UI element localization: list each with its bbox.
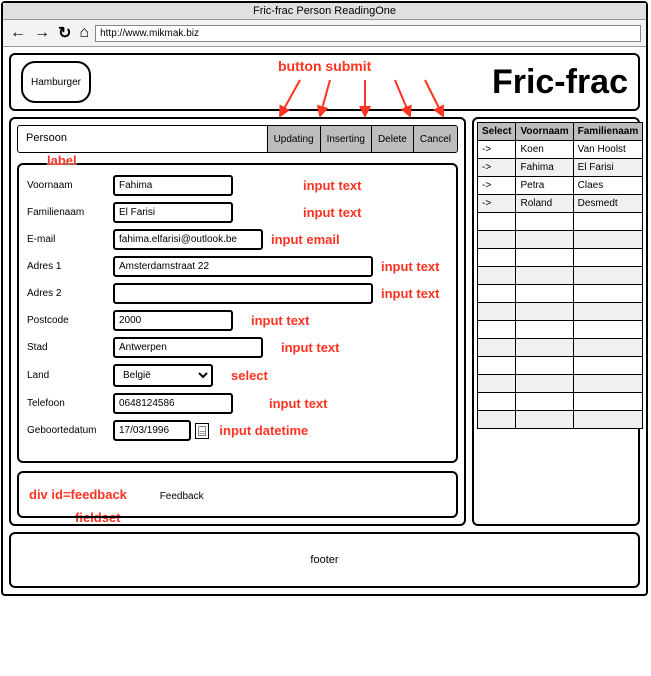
voornaam-label: Voornaam: [27, 180, 113, 191]
annotation-input-text-7: input text: [269, 396, 328, 411]
table-row-empty: [478, 357, 643, 375]
adres1-label: Adres 1: [27, 261, 113, 272]
table-row[interactable]: ->FahimaEl Farisi: [478, 159, 643, 177]
home-icon[interactable]: ⌂: [77, 24, 91, 42]
table-row[interactable]: ->KoenVan Hoolst: [478, 141, 643, 159]
panel-title: Persoon: [18, 126, 267, 152]
annotation-input-text-6: input text: [281, 340, 340, 355]
cell-familienaam: Desmedt: [573, 195, 643, 213]
cell-familienaam: Claes: [573, 177, 643, 195]
cell-voornaam: Koen: [516, 141, 573, 159]
table-row-empty: [478, 339, 643, 357]
calendar-icon[interactable]: ⌸: [195, 423, 209, 439]
feedback-box: div id=feedback Feedback: [17, 471, 458, 518]
annotation-input-email: input email: [271, 232, 340, 247]
table-row-empty: [478, 267, 643, 285]
updating-button[interactable]: Updating: [267, 126, 320, 152]
table-row[interactable]: ->PetraClaes: [478, 177, 643, 195]
postcode-label: Postcode: [27, 315, 113, 326]
inserting-button[interactable]: Inserting: [320, 126, 371, 152]
back-icon[interactable]: ←: [8, 24, 28, 42]
annotation-div-feedback: div id=feedback: [29, 487, 127, 502]
cell-voornaam: Roland: [516, 195, 573, 213]
annotation-input-text-1: input text: [303, 178, 362, 193]
table-row-empty: [478, 249, 643, 267]
adres2-input[interactable]: [113, 283, 373, 304]
adres2-label: Adres 2: [27, 288, 113, 299]
email-label: E-mail: [27, 234, 113, 245]
voornaam-input[interactable]: [113, 175, 233, 196]
annotation-input-datetime: input datetime: [219, 423, 308, 438]
email-input[interactable]: [113, 229, 263, 250]
table-row-empty: [478, 231, 643, 249]
familienaam-input[interactable]: [113, 202, 233, 223]
table-row-empty: [478, 375, 643, 393]
window-title: Fric-frac Person ReadingOne: [3, 3, 646, 20]
cell-familienaam: Van Hoolst: [573, 141, 643, 159]
table-row-empty: [478, 321, 643, 339]
stad-label: Stad: [27, 342, 113, 353]
th-familienaam: Familienaam: [573, 123, 643, 141]
geboortedatum-input[interactable]: [113, 420, 191, 441]
land-select[interactable]: België: [113, 364, 213, 387]
table-row-empty: [478, 411, 643, 429]
cell-voornaam: Fahima: [516, 159, 573, 177]
postcode-input[interactable]: [113, 310, 233, 331]
annotation-input-text-4: input text: [381, 286, 440, 301]
cell-voornaam: Petra: [516, 177, 573, 195]
stad-input[interactable]: [113, 337, 263, 358]
page-footer: footer: [9, 532, 640, 588]
brand-title: Fric-frac: [492, 63, 628, 102]
table-row-empty: [478, 303, 643, 321]
annotation-input-text-5: input text: [251, 313, 310, 328]
familienaam-label: Familienaam: [27, 207, 113, 218]
cancel-button[interactable]: Cancel: [413, 126, 457, 152]
adres1-input[interactable]: [113, 256, 373, 277]
person-fieldset: Voornaam input text Familienaam input te…: [17, 163, 458, 463]
reload-icon[interactable]: ↻: [56, 23, 73, 43]
geboortedatum-label: Geboortedatum: [27, 425, 113, 436]
form-panel: Persoon Updating Inserting Delete Cancel…: [9, 117, 466, 526]
cell-select[interactable]: ->: [478, 195, 516, 213]
delete-button[interactable]: Delete: [371, 126, 413, 152]
telefoon-label: Telefoon: [27, 398, 113, 409]
cell-select[interactable]: ->: [478, 177, 516, 195]
th-voornaam: Voornaam: [516, 123, 573, 141]
url-input[interactable]: [95, 25, 641, 42]
people-table: Select Voornaam Familienaam ->KoenVan Ho…: [477, 122, 643, 429]
forward-icon[interactable]: →: [32, 24, 52, 42]
annotation-input-text-3: input text: [381, 259, 440, 274]
cell-familienaam: El Farisi: [573, 159, 643, 177]
cell-select[interactable]: ->: [478, 141, 516, 159]
cell-select[interactable]: ->: [478, 159, 516, 177]
people-table-panel: Select Voornaam Familienaam ->KoenVan Ho…: [472, 117, 640, 526]
th-select: Select: [478, 123, 516, 141]
land-label: Land: [27, 370, 113, 381]
hamburger-button[interactable]: Hamburger: [21, 61, 91, 103]
annotation-select: select: [231, 368, 268, 383]
feedback-text: Feedback: [160, 491, 204, 502]
telefoon-input[interactable]: [113, 393, 233, 414]
table-row[interactable]: ->RolandDesmedt: [478, 195, 643, 213]
table-row-empty: [478, 285, 643, 303]
table-row-empty: [478, 213, 643, 231]
annotation-input-text-2: input text: [303, 205, 362, 220]
table-row-empty: [478, 393, 643, 411]
